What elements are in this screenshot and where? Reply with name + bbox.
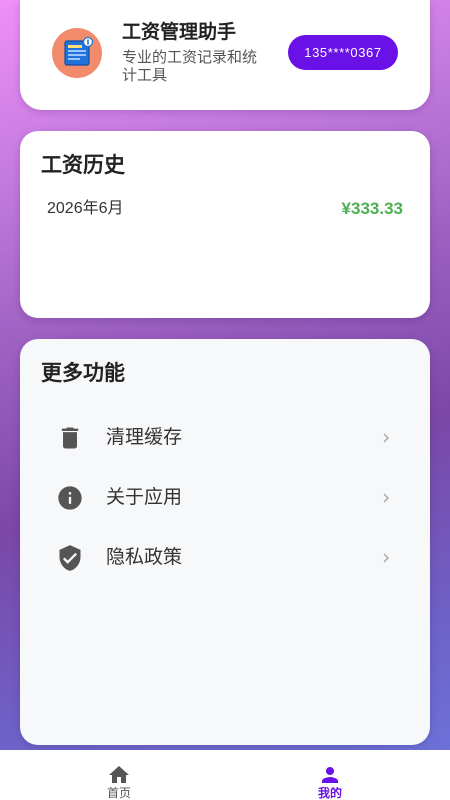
bottom-navigation-bar: 首页 我的 <box>0 750 450 800</box>
shield-check-icon <box>56 544 84 572</box>
info-icon <box>56 484 84 512</box>
menu-item-label: 关于应用 <box>106 487 183 508</box>
menu-item-label: 隐私政策 <box>106 547 183 568</box>
menu-item-clear-cache[interactable]: 清理缓存 <box>36 408 414 468</box>
salary-document-logo-icon <box>52 28 102 78</box>
app-title: 工资管理助手 <box>122 22 237 43</box>
app-header-card: 工资管理助手 专业的工资记录和统计工具 135****0367 <box>20 0 430 110</box>
nav-item-home[interactable]: 首页 <box>59 750 179 800</box>
chevron-right-icon <box>377 549 395 567</box>
home-icon <box>107 763 131 787</box>
history-record-row[interactable]: 2026年6月 ¥333.33 <box>41 197 409 221</box>
menu-item-about-app[interactable]: 关于应用 <box>36 468 414 528</box>
chevron-right-icon <box>377 489 395 507</box>
nav-item-label: 我的 <box>317 787 342 800</box>
nav-item-mine[interactable]: 我的 <box>270 750 390 800</box>
menu-item-privacy-policy[interactable]: 隐私政策 <box>36 528 414 588</box>
account-phone-button[interactable]: 135****0367 <box>288 35 398 70</box>
menu-item-label: 清理缓存 <box>106 427 183 448</box>
person-icon <box>318 763 342 787</box>
chevron-right-icon <box>377 429 395 447</box>
more-features-card: 更多功能 清理缓存 关于应用 隐私政策 <box>20 339 430 745</box>
nav-item-label: 首页 <box>106 787 131 800</box>
salary-history-title: 工资历史 <box>41 154 125 177</box>
trash-icon <box>56 424 84 452</box>
app-subtitle: 专业的工资记录和统计工具 <box>122 49 258 84</box>
salary-history-card: 工资历史 2026年6月 ¥333.33 <box>20 131 430 318</box>
history-record-month: 2026年6月 <box>47 200 124 217</box>
more-features-title: 更多功能 <box>41 362 125 385</box>
history-record-amount: ¥333.33 <box>341 199 403 218</box>
